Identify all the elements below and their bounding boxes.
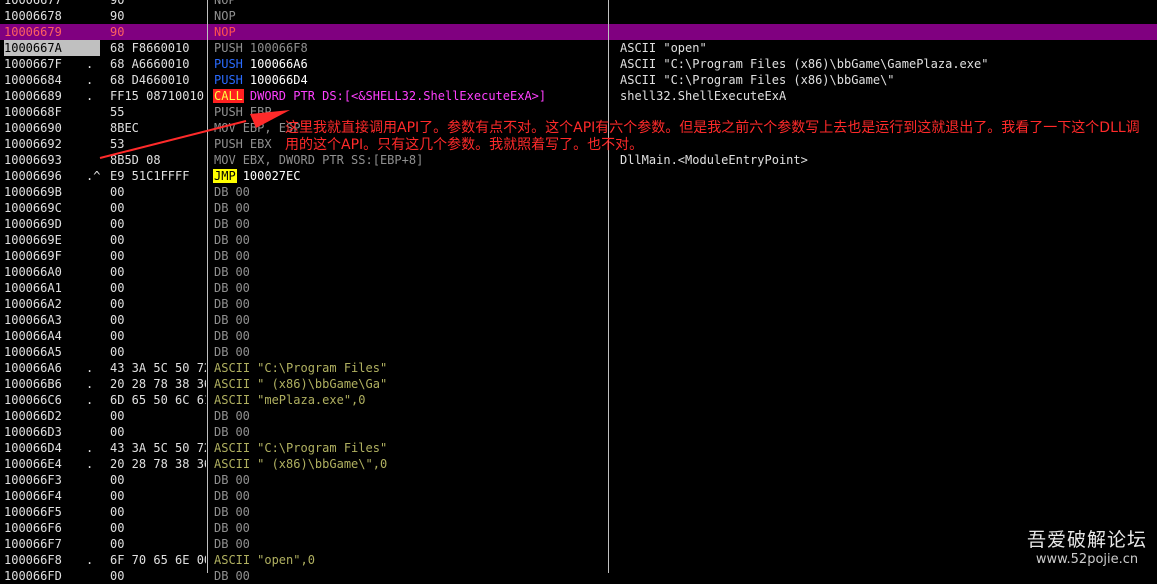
annotation-note: 这里我就直接调用API了。参数有点不对。这个API有六个参数。但是我之前六个参数… — [285, 120, 1140, 153]
arrow-head — [250, 110, 290, 128]
watermark-url: www.52pojie.cn — [1035, 552, 1139, 567]
arrow-shaft — [99, 120, 247, 159]
watermark-title: 吾爱破解论坛 — [1026, 529, 1147, 551]
annotation-arrow-icon — [99, 110, 290, 159]
watermark: 吾爱破解论坛 www.52pojie.cn — [1027, 525, 1147, 567]
